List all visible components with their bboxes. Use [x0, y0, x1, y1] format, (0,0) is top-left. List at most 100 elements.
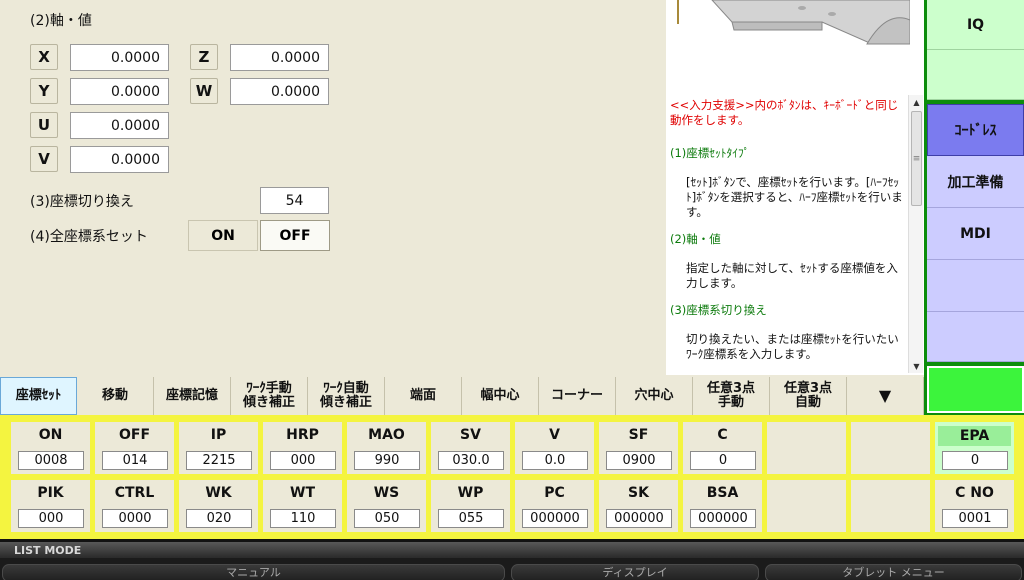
status-value[interactable]: 000000 [690, 509, 756, 528]
status-value[interactable]: 000000 [522, 509, 588, 528]
status-value[interactable]: 055 [438, 509, 504, 528]
tab-3point-manual[interactable]: 任意3点 手動 [693, 377, 770, 415]
scroll-up-icon[interactable]: ▲ [909, 95, 924, 109]
axis-z-value-field[interactable]: 0.0000 [230, 44, 329, 71]
machining-prep-button[interactable]: 加工準備 [927, 156, 1024, 208]
status-value[interactable]: 014 [102, 451, 168, 470]
tab-coordinate-memory[interactable]: 座標記憶 [154, 377, 231, 415]
empty-purple-button[interactable] [927, 260, 1024, 312]
status-value[interactable]: 0008 [18, 451, 84, 470]
status-indicator-button[interactable] [927, 366, 1024, 413]
status-value[interactable]: 0 [690, 451, 756, 470]
axis-w-button[interactable]: W [190, 78, 218, 104]
axis-section-title: (2)軸・値 [30, 13, 92, 29]
status-cell-wk[interactable]: WK 020 [179, 480, 258, 532]
iq-button[interactable]: IQ [927, 0, 1024, 50]
status-cell-hrp[interactable]: HRP 000 [263, 422, 342, 474]
right-menu-column: IQ ｺｰﾄﾞﾚｽ 加工準備 MDI [924, 0, 1024, 415]
axis-u-button[interactable]: U [30, 112, 58, 138]
help-scrollbar[interactable]: ▲ ≡ ▼ [908, 95, 923, 373]
tab-more-icon[interactable]: ▼ [847, 377, 924, 415]
axis-y-button[interactable]: Y [30, 78, 58, 104]
status-cell-wt[interactable]: WT 110 [263, 480, 342, 532]
status-cell-off[interactable]: OFF 014 [95, 422, 174, 474]
status-label: SK [628, 485, 649, 501]
status-cell-sk[interactable]: SK 000000 [599, 480, 678, 532]
status-label: ON [38, 427, 63, 443]
status-cell-c[interactable]: C0 [683, 422, 762, 474]
tab-work-auto-tilt[interactable]: ﾜｰｸ自動 傾き補正 [308, 377, 385, 415]
tab-end-face[interactable]: 端面 [385, 377, 462, 415]
mdi-button[interactable]: MDI [927, 208, 1024, 260]
codress-button[interactable]: ｺｰﾄﾞﾚｽ [927, 104, 1024, 156]
status-cell-ws[interactable]: WS 050 [347, 480, 426, 532]
status-label: C [717, 427, 728, 443]
help-panel: <<入力支援>>内のﾎﾞﾀﾝは、ｷｰﾎﾞｰﾄﾞと同じ動作をします。 (1)座標ｾ… [666, 0, 924, 375]
status-value[interactable]: 0 [942, 451, 1008, 470]
help-text: <<入力支援>>内のﾎﾞﾀﾝは、ｷｰﾎﾞｰﾄﾞと同じ動作をします。 (1)座標ｾ… [670, 98, 904, 374]
status-value[interactable]: 000000 [606, 509, 672, 528]
status-label: C NO [955, 485, 994, 501]
tab-3point-auto[interactable]: 任意3点 自動 [770, 377, 847, 415]
scroll-down-icon[interactable]: ▼ [909, 359, 924, 373]
status-value[interactable]: 110 [270, 509, 336, 528]
status-value[interactable]: 0.0 [522, 451, 588, 470]
status-cell-pc[interactable]: PC 000000 [515, 480, 594, 532]
status-label: WK [205, 485, 232, 501]
tab-width-center[interactable]: 幅中心 [462, 377, 539, 415]
axis-z-button[interactable]: Z [190, 44, 218, 70]
help-section-body: 切り換えたい、または座標ｾｯﾄを行いたいﾜｰｸ座標系を入力します。 [686, 332, 899, 361]
status-value[interactable]: 0001 [942, 509, 1008, 528]
all-coord-on-button[interactable]: ON [188, 220, 258, 251]
empty-purple-button[interactable] [927, 312, 1024, 362]
coord-switch-label: (3)座標切り換え [30, 194, 134, 210]
status-cell-v[interactable]: V 0.0 [515, 422, 594, 474]
status-cell-epa[interactable]: EPA 0 [935, 422, 1014, 474]
coord-switch-field[interactable]: 54 [260, 187, 329, 214]
axis-x-value-field[interactable]: 0.0000 [70, 44, 169, 71]
status-cell-cno[interactable]: C NO 0001 [935, 480, 1014, 532]
axis-v-button[interactable]: V [30, 146, 58, 172]
axis-w-value-field[interactable]: 0.0000 [230, 78, 329, 105]
status-cell-sf[interactable]: SF 0900 [599, 422, 678, 474]
status-value[interactable]: 020 [186, 509, 252, 528]
status-value[interactable]: 0900 [606, 451, 672, 470]
status-label: WS [373, 485, 400, 501]
status-label: PC [544, 485, 565, 501]
axis-x-button[interactable]: X [30, 44, 58, 70]
status-cell-ctrl[interactable]: CTRL 0000 [95, 480, 174, 532]
axis-y-value-field[interactable]: 0.0000 [70, 78, 169, 105]
coordinate-set-panel: (2)軸・値 X 0.0000 Y 0.0000 U 0.0000 V 0.00… [0, 0, 666, 375]
tab-hole-center[interactable]: 穴中心 [616, 377, 693, 415]
tab-corner[interactable]: コーナー [539, 377, 616, 415]
tab-work-manual-tilt[interactable]: ﾜｰｸ手動 傾き補正 [231, 377, 308, 415]
status-cell-mao[interactable]: MAO 990 [347, 422, 426, 474]
display-button[interactable]: ディスプレイ [511, 564, 759, 580]
status-label: IP [210, 427, 227, 443]
status-cell-ip[interactable]: IP 2215 [179, 422, 258, 474]
status-value[interactable]: 990 [354, 451, 420, 470]
tablet-menu-button[interactable]: タブレット メニュー [765, 564, 1022, 580]
status-value[interactable]: 000 [270, 451, 336, 470]
status-cell-sv[interactable]: SV 030.0 [431, 422, 510, 474]
axis-u-value-field[interactable]: 0.0000 [70, 112, 169, 139]
scroll-thumb[interactable]: ≡ [911, 111, 922, 206]
status-cell-on[interactable]: ON 0008 [11, 422, 90, 474]
status-cell-wp[interactable]: WP 055 [431, 480, 510, 532]
help-section-body: [ｾｯﾄ]ﾎﾞﾀﾝで、座標ｾｯﾄを行います。[ﾊｰﾌｾｯﾄ]ﾎﾞﾀﾝを選択すると… [686, 175, 903, 219]
status-value[interactable]: 0000 [102, 509, 168, 528]
tab-move[interactable]: 移動 [77, 377, 154, 415]
all-coord-off-button[interactable]: OFF [260, 220, 330, 251]
empty-green-button[interactable] [927, 50, 1024, 100]
manual-button[interactable]: マニュアル [2, 564, 505, 580]
status-value[interactable]: 2215 [186, 451, 252, 470]
status-value[interactable]: 000 [18, 509, 84, 528]
status-value[interactable]: 030.0 [438, 451, 504, 470]
status-value[interactable]: 050 [354, 509, 420, 528]
status-cell-pik[interactable]: PIK 000 [11, 480, 90, 532]
status-cell-bsa[interactable]: BSA 000000 [683, 480, 762, 532]
axis-v-value-field[interactable]: 0.0000 [70, 146, 169, 173]
status-label: PIK [37, 485, 64, 501]
status-grid: ON 0008 OFF 014 IP 2215 HRP 000 MAO 990 SV 030… [0, 415, 1024, 539]
tab-coordinate-set[interactable]: 座標ｾｯﾄ [0, 377, 77, 415]
